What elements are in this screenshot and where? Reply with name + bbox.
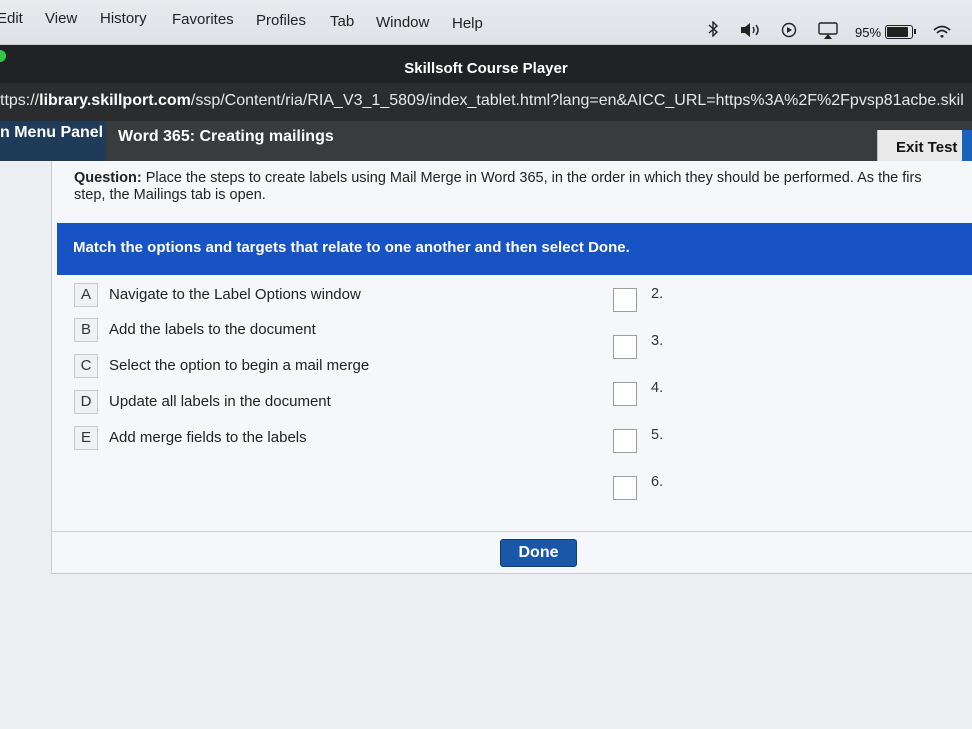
question-text: Question: Place the steps to create labe… [74,170,972,204]
question-line1: Place the steps to create labels using M… [141,170,922,186]
option-text: Navigate to the Label Options window [109,286,361,303]
course-header: n Menu Panel Word 365: Creating mailings… [0,121,972,166]
target-2[interactable]: 2. [613,286,913,314]
target-number: 6. [651,474,664,490]
window-titlebar: Skillsoft Course Player [0,45,972,83]
battery-level [887,27,908,37]
question-label: Question: [74,170,142,186]
battery-percent: 95% [855,25,882,40]
target-drop-box[interactable] [613,429,637,453]
bluetooth-icon[interactable] [707,21,719,37]
instruction-bar: Match the options and targets that relat… [57,223,972,275]
menu-panel-button[interactable]: n Menu Panel [0,121,106,161]
target-4[interactable]: 4. [613,380,913,408]
target-number: 4. [651,380,664,396]
airplay-icon[interactable] [818,22,838,40]
target-drop-box[interactable] [613,335,637,359]
target-drop-box[interactable] [613,288,637,312]
menu-favorites[interactable]: Favorites [172,11,234,28]
option-text: Add the labels to the document [109,321,316,338]
wifi-icon[interactable] [932,24,952,40]
menu-help[interactable]: Help [452,15,483,32]
option-text: Select the option to begin a mail merge [109,357,370,374]
done-button[interactable]: Done [500,539,577,567]
menu-tab[interactable]: Tab [330,13,354,30]
option-letter: E [74,426,98,450]
option-text: Add merge fields to the labels [109,429,307,446]
question-panel: Question: Place the steps to create labe… [51,161,972,574]
menu-edit[interactable]: Edit [0,10,23,27]
option-text: Update all labels in the document [109,393,331,410]
volume-icon[interactable] [740,22,764,38]
target-number: 2. [651,286,664,302]
system-menubar: Edit View History Favorites Profiles Tab… [0,0,972,45]
option-letter: B [74,318,98,342]
window-title: Skillsoft Course Player [404,60,568,77]
target-5[interactable]: 5. [613,427,913,455]
menu-history[interactable]: History [100,10,147,27]
battery-icon[interactable] [885,25,916,39]
target-number: 5. [651,427,664,443]
target-3[interactable]: 3. [613,333,913,361]
menu-panel-label: n Menu Panel [0,124,104,141]
target-6[interactable]: 6. [613,474,913,502]
exit-test-label: Exit Test [896,139,958,156]
course-title: Word 365: Creating mailings [118,128,334,145]
address-bar[interactable]: ttps://library.skillport.com/ssp/Content… [0,83,972,121]
instruction-text: Match the options and targets that relat… [73,239,630,256]
target-number: 3. [651,333,664,349]
question-line2: step, the Mailings tab is open. [74,187,266,203]
target-drop-box[interactable] [613,476,637,500]
menu-view[interactable]: View [45,10,77,27]
option-letter: A [74,283,98,307]
target-drop-box[interactable] [613,382,637,406]
option-letter: C [74,354,98,378]
play-icon[interactable] [781,22,797,38]
option-letter: D [74,390,98,414]
menu-window[interactable]: Window [376,14,429,31]
address-url[interactable]: ttps://library.skillport.com/ssp/Content… [0,92,964,110]
menu-profiles[interactable]: Profiles [256,12,306,29]
footer-divider [52,531,972,532]
